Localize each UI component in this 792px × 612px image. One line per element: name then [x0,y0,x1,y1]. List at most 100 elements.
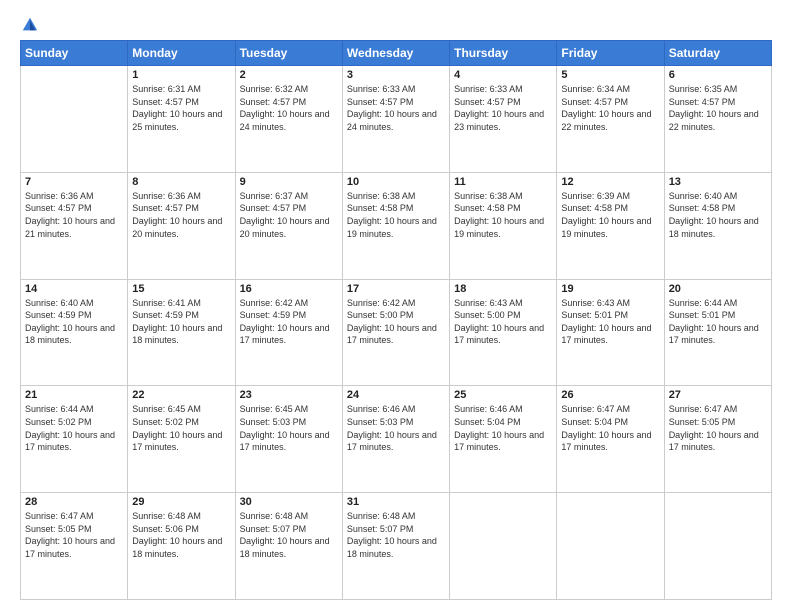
day-number: 8 [132,176,230,188]
day-number: 28 [25,496,123,508]
calendar-cell: 21 Sunrise: 6:44 AM Sunset: 5:02 PM Dayli… [21,386,128,493]
day-info: Sunrise: 6:42 AM Sunset: 4:59 PM Dayligh… [240,297,338,347]
calendar-cell: 30 Sunrise: 6:48 AM Sunset: 5:07 PM Dayli… [235,493,342,600]
calendar-cell: 19Sunrise: 6:43 AM Sunset: 5:01 PM Dayli… [557,279,664,386]
calendar-cell: 13 Sunrise: 6:40 AM Sunset: 4:58 PM Dayli… [664,172,771,279]
day-number: 12 [561,176,659,188]
day-number: 17 [347,283,445,295]
day-info: Sunrise: 6:47 AM Sunset: 5:05 PM Dayligh… [25,510,123,560]
day-number: 5 [561,69,659,81]
calendar-cell: 8 Sunrise: 6:36 AM Sunset: 4:57 PM Daylig… [128,172,235,279]
calendar-cell: 10 Sunrise: 6:38 AM Sunset: 4:58 PM Dayli… [342,172,449,279]
calendar-cell: 23 Sunrise: 6:45 AM Sunset: 5:03 PM Dayli… [235,386,342,493]
day-info: Sunrise: 6:43 AM Sunset: 5:00 PM Dayligh… [454,297,552,347]
day-number: 2 [240,69,338,81]
day-info: Sunrise: 6:43 AM Sunset: 5:01 PM Dayligh… [561,297,659,347]
calendar-cell: 24 Sunrise: 6:46 AM Sunset: 5:03 PM Dayli… [342,386,449,493]
day-info: Sunrise: 6:31 AM Sunset: 4:57 PM Dayligh… [132,83,230,133]
calendar-cell: 16 Sunrise: 6:42 AM Sunset: 4:59 PM Dayli… [235,279,342,386]
day-info: Sunrise: 6:44 AM Sunset: 5:02 PM Dayligh… [25,403,123,453]
day-info: Sunrise: 6:45 AM Sunset: 5:03 PM Dayligh… [240,403,338,453]
day-info: Sunrise: 6:47 AM Sunset: 5:04 PM Dayligh… [561,403,659,453]
day-info: Sunrise: 6:36 AM Sunset: 4:57 PM Dayligh… [25,190,123,240]
day-info: Sunrise: 6:48 AM Sunset: 5:07 PM Dayligh… [240,510,338,560]
calendar-cell: 29 Sunrise: 6:48 AM Sunset: 5:06 PM Dayli… [128,493,235,600]
calendar-week-4: 28 Sunrise: 6:47 AM Sunset: 5:05 PM Dayli… [21,493,772,600]
day-number: 25 [454,389,552,401]
calendar-week-1: 7 Sunrise: 6:36 AM Sunset: 4:57 PM Daylig… [21,172,772,279]
logo-icon [21,16,39,34]
day-info: Sunrise: 6:38 AM Sunset: 4:58 PM Dayligh… [454,190,552,240]
day-number: 16 [240,283,338,295]
calendar-header-wednesday: Wednesday [342,41,449,66]
day-number: 3 [347,69,445,81]
calendar-week-3: 21 Sunrise: 6:44 AM Sunset: 5:02 PM Dayli… [21,386,772,493]
calendar-cell: 15 Sunrise: 6:41 AM Sunset: 4:59 PM Dayli… [128,279,235,386]
calendar-cell: 6 Sunrise: 6:35 AM Sunset: 4:57 PM Daylig… [664,66,771,173]
logo [20,16,39,34]
day-number: 7 [25,176,123,188]
calendar-cell: 5 Sunrise: 6:34 AM Sunset: 4:57 PM Daylig… [557,66,664,173]
calendar-header-saturday: Saturday [664,41,771,66]
day-number: 10 [347,176,445,188]
calendar-cell: 4Sunrise: 6:33 AM Sunset: 4:57 PM Daylig… [450,66,557,173]
day-info: Sunrise: 6:37 AM Sunset: 4:57 PM Dayligh… [240,190,338,240]
calendar-cell: 1Sunrise: 6:31 AM Sunset: 4:57 PM Daylig… [128,66,235,173]
calendar-header-row: SundayMondayTuesdayWednesdayThursdayFrid… [21,41,772,66]
calendar-cell: 12Sunrise: 6:39 AM Sunset: 4:58 PM Dayli… [557,172,664,279]
day-info: Sunrise: 6:40 AM Sunset: 4:59 PM Dayligh… [25,297,123,347]
day-number: 6 [669,69,767,81]
day-number: 4 [454,69,552,81]
calendar-header-tuesday: Tuesday [235,41,342,66]
calendar-cell [450,493,557,600]
calendar-cell: 22 Sunrise: 6:45 AM Sunset: 5:02 PM Dayli… [128,386,235,493]
day-number: 20 [669,283,767,295]
calendar-week-2: 14 Sunrise: 6:40 AM Sunset: 4:59 PM Dayli… [21,279,772,386]
page: SundayMondayTuesdayWednesdayThursdayFrid… [0,0,792,612]
calendar-header-monday: Monday [128,41,235,66]
day-info: Sunrise: 6:35 AM Sunset: 4:57 PM Dayligh… [669,83,767,133]
day-info: Sunrise: 6:42 AM Sunset: 5:00 PM Dayligh… [347,297,445,347]
calendar-cell: 7 Sunrise: 6:36 AM Sunset: 4:57 PM Daylig… [21,172,128,279]
calendar-cell: 14 Sunrise: 6:40 AM Sunset: 4:59 PM Dayli… [21,279,128,386]
calendar-cell: 3 Sunrise: 6:33 AM Sunset: 4:57 PM Daylig… [342,66,449,173]
calendar-cell: 9Sunrise: 6:37 AM Sunset: 4:57 PM Daylig… [235,172,342,279]
calendar-cell: 11 Sunrise: 6:38 AM Sunset: 4:58 PM Dayli… [450,172,557,279]
day-number: 18 [454,283,552,295]
day-info: Sunrise: 6:47 AM Sunset: 5:05 PM Dayligh… [669,403,767,453]
day-number: 30 [240,496,338,508]
day-number: 24 [347,389,445,401]
day-number: 14 [25,283,123,295]
day-info: Sunrise: 6:45 AM Sunset: 5:02 PM Dayligh… [132,403,230,453]
day-info: Sunrise: 6:41 AM Sunset: 4:59 PM Dayligh… [132,297,230,347]
calendar-cell: 20Sunrise: 6:44 AM Sunset: 5:01 PM Dayli… [664,279,771,386]
calendar-cell [557,493,664,600]
day-number: 21 [25,389,123,401]
day-info: Sunrise: 6:33 AM Sunset: 4:57 PM Dayligh… [347,83,445,133]
day-number: 22 [132,389,230,401]
day-number: 29 [132,496,230,508]
calendar-cell: 2 Sunrise: 6:32 AM Sunset: 4:57 PM Daylig… [235,66,342,173]
calendar-table: SundayMondayTuesdayWednesdayThursdayFrid… [20,40,772,600]
day-number: 27 [669,389,767,401]
day-info: Sunrise: 6:40 AM Sunset: 4:58 PM Dayligh… [669,190,767,240]
day-number: 13 [669,176,767,188]
calendar-cell: 17 Sunrise: 6:42 AM Sunset: 5:00 PM Dayli… [342,279,449,386]
calendar-cell: 31Sunrise: 6:48 AM Sunset: 5:07 PM Dayli… [342,493,449,600]
calendar-cell: 27 Sunrise: 6:47 AM Sunset: 5:05 PM Dayli… [664,386,771,493]
header [20,16,772,34]
day-info: Sunrise: 6:36 AM Sunset: 4:57 PM Dayligh… [132,190,230,240]
calendar-cell: 26Sunrise: 6:47 AM Sunset: 5:04 PM Dayli… [557,386,664,493]
calendar-header-sunday: Sunday [21,41,128,66]
day-info: Sunrise: 6:32 AM Sunset: 4:57 PM Dayligh… [240,83,338,133]
calendar-cell [21,66,128,173]
day-number: 15 [132,283,230,295]
day-info: Sunrise: 6:38 AM Sunset: 4:58 PM Dayligh… [347,190,445,240]
day-info: Sunrise: 6:46 AM Sunset: 5:03 PM Dayligh… [347,403,445,453]
day-number: 23 [240,389,338,401]
day-info: Sunrise: 6:48 AM Sunset: 5:06 PM Dayligh… [132,510,230,560]
day-number: 11 [454,176,552,188]
day-info: Sunrise: 6:34 AM Sunset: 4:57 PM Dayligh… [561,83,659,133]
calendar-header-friday: Friday [557,41,664,66]
calendar-cell: 28 Sunrise: 6:47 AM Sunset: 5:05 PM Dayli… [21,493,128,600]
